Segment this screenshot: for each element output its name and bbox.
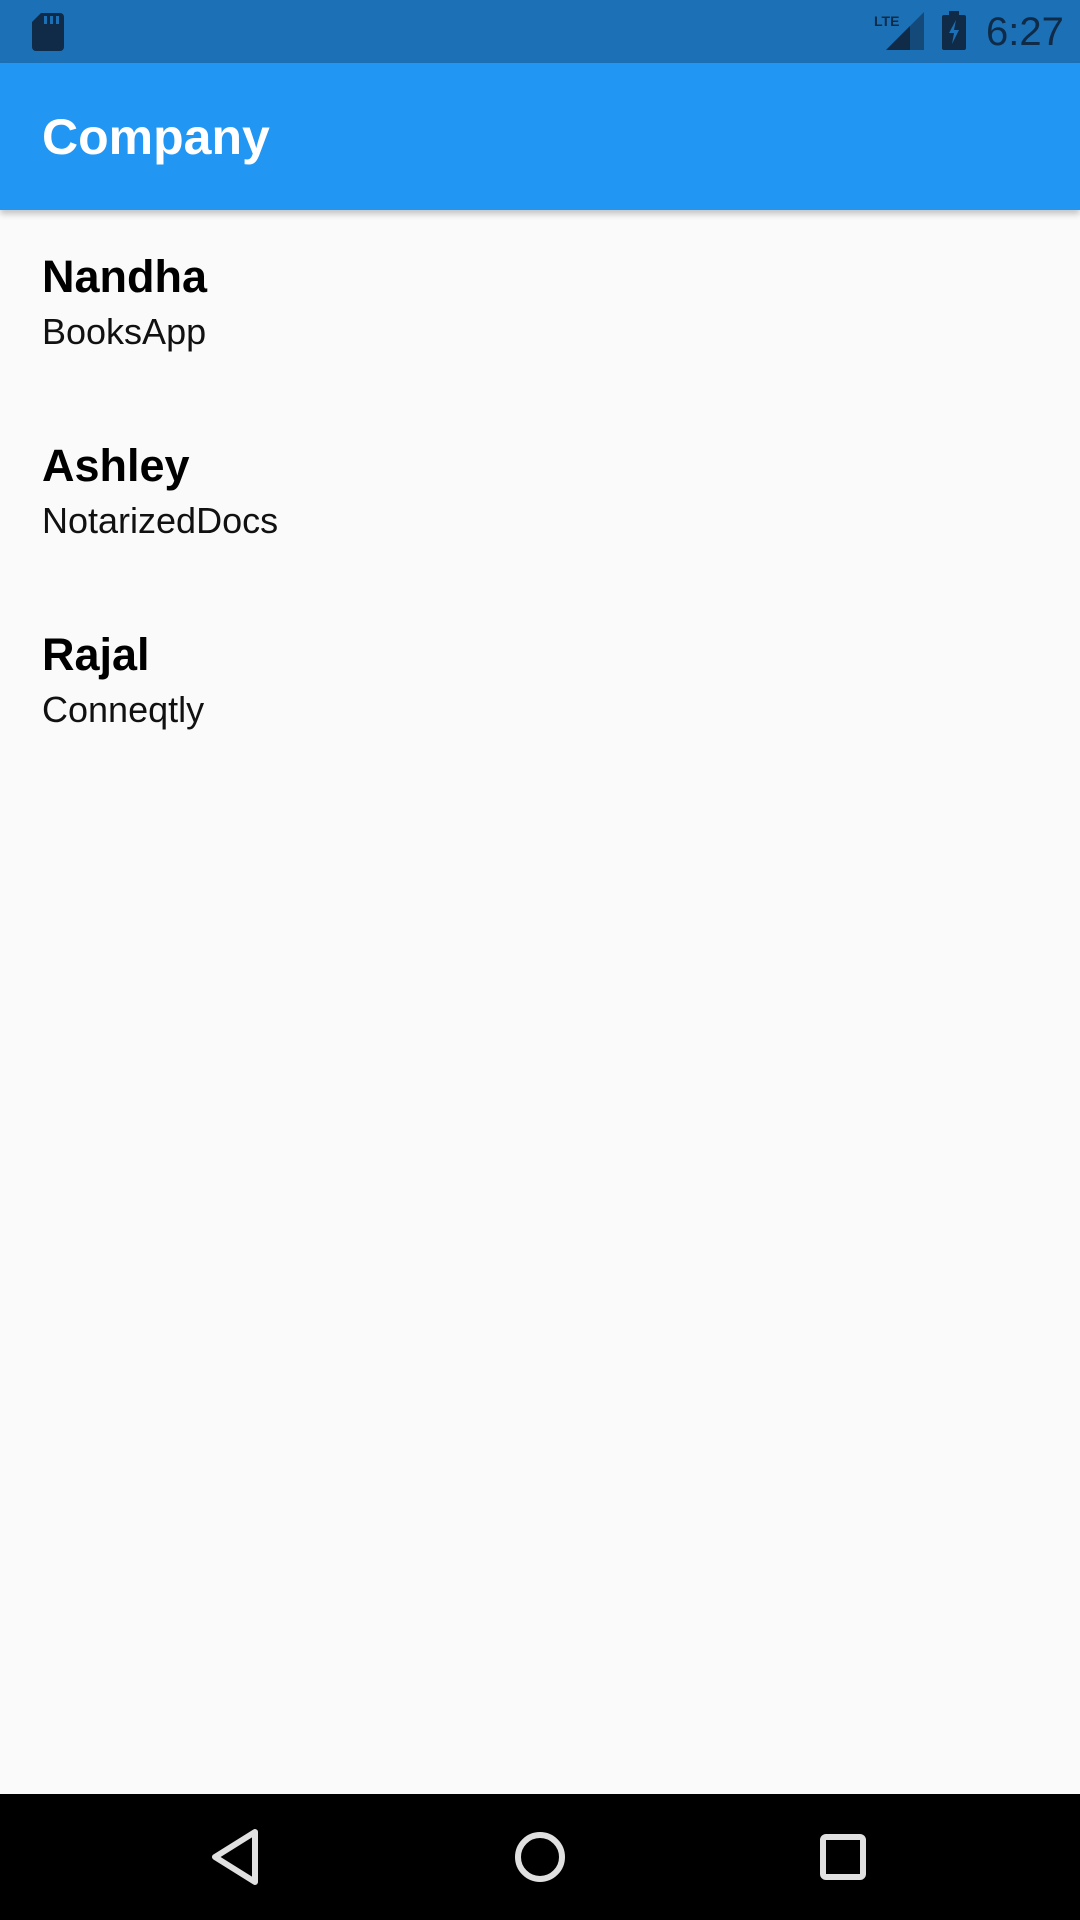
list-item[interactable]: Rajal Conneqtly <box>0 588 1080 777</box>
sd-card-icon <box>32 13 64 51</box>
item-name: Rajal <box>42 629 150 680</box>
battery-charging-icon <box>942 11 966 50</box>
status-time: 6:27 <box>986 10 1064 54</box>
back-icon[interactable] <box>201 1822 271 1892</box>
lte-label: LTE <box>874 13 899 29</box>
screen: LTE 6:27 Company Nandha BooksApp Ashley … <box>0 0 1080 1920</box>
recents-icon[interactable] <box>808 1822 878 1892</box>
page-title: Company <box>42 109 270 165</box>
item-company: Conneqtly <box>42 689 205 730</box>
home-icon[interactable] <box>505 1822 575 1892</box>
status-bar: LTE 6:27 <box>0 0 1080 63</box>
item-company: BooksApp <box>42 311 207 352</box>
navigation-bar <box>0 1794 1080 1920</box>
list-item[interactable]: Ashley NotarizedDocs <box>0 399 1080 588</box>
item-company: NotarizedDocs <box>42 500 279 541</box>
item-name: Nandha <box>42 251 208 302</box>
lte-signal-icon: LTE <box>874 12 924 50</box>
item-name: Ashley <box>42 440 190 491</box>
list-item[interactable]: Nandha BooksApp <box>0 210 1080 399</box>
app-bar: Company <box>0 63 1080 210</box>
company-list: Nandha BooksApp Ashley NotarizedDocs Raj… <box>0 210 1080 777</box>
